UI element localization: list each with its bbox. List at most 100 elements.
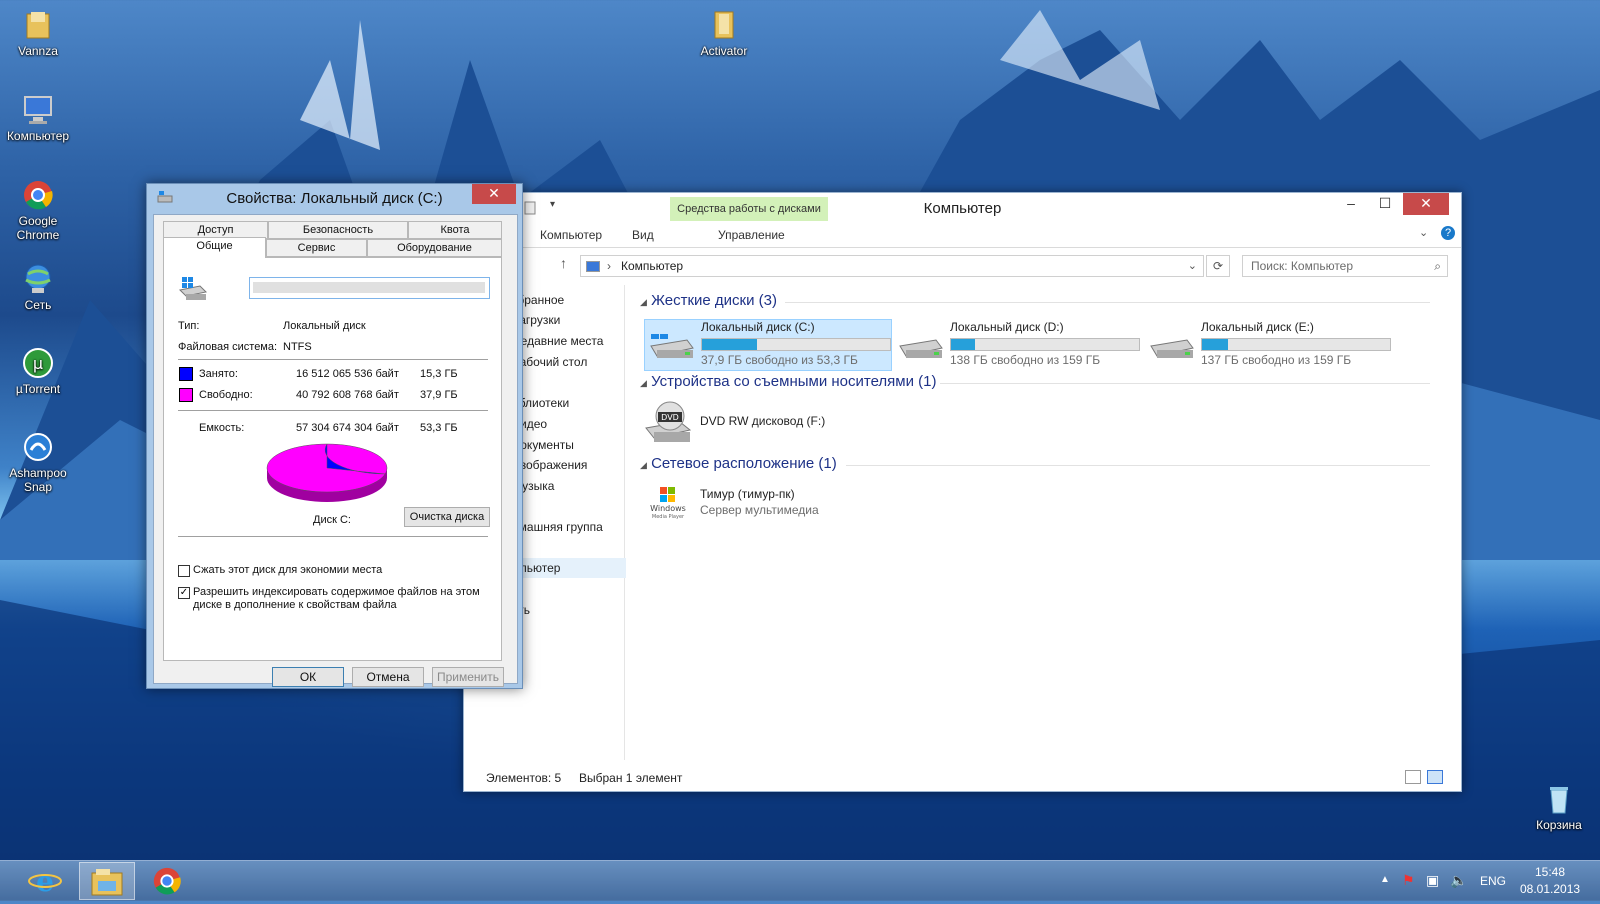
tab-hardware[interactable]: Оборудование bbox=[367, 239, 502, 257]
free-size: 37,9 ГБ bbox=[420, 389, 458, 401]
desktop-icon-ashampoo[interactable]: Ashampoo Snap bbox=[1, 430, 75, 494]
disk-label: Диск C: bbox=[313, 514, 351, 526]
nav-item-recent[interactable]: Недавние места bbox=[512, 334, 603, 348]
computer-icon bbox=[24, 96, 52, 124]
group-title: Сетевое расположение (1) bbox=[651, 455, 837, 472]
desktop-icon-utorrent[interactable]: µ µTorrent bbox=[1, 346, 75, 396]
group-collapse-icon[interactable]: ◢ bbox=[640, 297, 647, 307]
desktop-icon-activator[interactable]: Activator bbox=[687, 8, 761, 58]
address-dropdown-icon[interactable]: ⌄ bbox=[1188, 256, 1197, 276]
drive-usage-fill bbox=[702, 339, 757, 350]
refresh-button[interactable]: ⟳ bbox=[1206, 255, 1230, 277]
media-server[interactable]: Windows Media Player Тимур (тимур-пк) Сер… bbox=[644, 485, 890, 535]
desktop-icon-vannza[interactable]: Vannza bbox=[1, 8, 75, 58]
action-center-icon[interactable]: ⚑ bbox=[1402, 872, 1415, 889]
internet-explorer-icon: e bbox=[28, 865, 62, 898]
drive-name: Локальный диск (E:) bbox=[1201, 320, 1314, 334]
tab-general[interactable]: Общие bbox=[163, 237, 266, 258]
disk-cleanup-button[interactable]: Очистка диска bbox=[404, 507, 490, 527]
chrome-icon bbox=[153, 867, 181, 895]
ok-button[interactable]: ОК bbox=[272, 667, 344, 687]
taskbar-explorer-button[interactable] bbox=[79, 862, 135, 900]
group-hard-disks[interactable]: ◢ Жесткие диски (3) bbox=[640, 292, 1430, 309]
group-network[interactable]: ◢ Сетевое расположение (1) bbox=[640, 455, 1430, 472]
free-color-swatch bbox=[179, 388, 193, 402]
compress-checkbox[interactable] bbox=[178, 565, 190, 577]
clock-time[interactable]: 15:48 bbox=[1535, 865, 1565, 879]
ribbon-expand-icon[interactable]: ⌄ bbox=[1419, 226, 1428, 239]
volume-icon[interactable]: 🔈 bbox=[1450, 872, 1467, 889]
media-server-type: Сервер мультимедиа bbox=[700, 503, 819, 517]
apply-button[interactable]: Применить bbox=[432, 667, 504, 687]
language-indicator[interactable]: ENG bbox=[1480, 874, 1506, 888]
tab-computer[interactable]: Компьютер bbox=[540, 228, 602, 242]
drive-free-space: 137 ГБ свободно из 159 ГБ bbox=[1201, 353, 1352, 367]
maximize-button[interactable]: ☐ bbox=[1369, 193, 1401, 215]
tab-tools[interactable]: Сервис bbox=[266, 239, 367, 257]
svg-text:e: e bbox=[36, 865, 54, 897]
clock-date[interactable]: 08.01.2013 bbox=[1520, 882, 1580, 896]
svg-text:DVD: DVD bbox=[661, 413, 679, 422]
filesystem-label: Файловая система: bbox=[178, 341, 278, 353]
group-collapse-icon[interactable]: ◢ bbox=[640, 460, 647, 470]
drive-name-input-fill bbox=[253, 282, 485, 293]
desktop-icon-recycle-bin[interactable]: Корзина bbox=[1522, 782, 1596, 832]
dialog-body: Доступ Безопасность Квота Общие Сервис О… bbox=[153, 214, 518, 687]
index-checkbox[interactable]: ✓ bbox=[178, 587, 190, 599]
drive-name: Локальный диск (C:) bbox=[701, 320, 815, 334]
used-label: Занято: bbox=[199, 368, 238, 380]
drive-d[interactable]: Локальный диск (D:) 138 ГБ свободно из 1… bbox=[894, 320, 1140, 370]
nav-item-desktop[interactable]: Рабочий стол bbox=[512, 355, 587, 369]
details-view-icon[interactable] bbox=[1405, 770, 1421, 784]
up-arrow-icon[interactable]: ↑ bbox=[560, 255, 567, 271]
explorer-window[interactable]: ▾ Средства работы с дисками Компьютер – … bbox=[463, 192, 1462, 792]
close-button[interactable]: ✕ bbox=[472, 184, 516, 204]
media-server-name: Тимур (тимур-пк) bbox=[700, 487, 795, 501]
desktop-icon-computer[interactable]: Компьютер bbox=[1, 93, 75, 143]
search-input[interactable]: Поиск: Компьютер ⌕ bbox=[1242, 255, 1448, 277]
group-removable[interactable]: ◢ Устройства со съемными носителями (1) bbox=[640, 373, 1430, 390]
show-hidden-icons-icon[interactable]: ▲ bbox=[1380, 874, 1390, 885]
tab-view[interactable]: Вид bbox=[632, 228, 654, 242]
nav-item-pictures[interactable]: Изображения bbox=[512, 458, 587, 472]
explorer-titlebar[interactable]: ▾ Средства работы с дисками Компьютер – … bbox=[464, 193, 1461, 223]
minimize-button[interactable]: – bbox=[1335, 193, 1367, 215]
desktop-icon-network[interactable]: Сеть bbox=[1, 262, 75, 312]
drive-e[interactable]: Локальный диск (E:) 137 ГБ свободно из 1… bbox=[1145, 320, 1391, 370]
help-icon[interactable]: ? bbox=[1441, 226, 1455, 240]
system-drive-icon bbox=[650, 334, 694, 358]
filesystem-value: NTFS bbox=[283, 341, 312, 353]
free-label: Свободно: bbox=[199, 389, 253, 401]
dialog-title: Свойства: Локальный диск (C:) bbox=[226, 190, 443, 207]
group-collapse-icon[interactable]: ◢ bbox=[640, 378, 647, 388]
type-value: Локальный диск bbox=[283, 320, 366, 332]
group-title: Устройства со съемными носителями (1) bbox=[651, 373, 937, 390]
drive-free-space: 138 ГБ свободно из 159 ГБ bbox=[950, 353, 1101, 367]
tab-security[interactable]: Безопасность bbox=[268, 221, 408, 239]
hard-drive-icon bbox=[899, 339, 943, 358]
breadcrumb[interactable]: Компьютер bbox=[621, 256, 683, 276]
properties-dialog[interactable]: Свойства: Локальный диск (C:) ✕ Доступ Б… bbox=[146, 183, 523, 689]
cancel-button[interactable]: Отмена bbox=[352, 667, 424, 687]
hard-drive-icon bbox=[1150, 339, 1194, 358]
desktop-icon-label: Ashampoo Snap bbox=[9, 466, 67, 494]
recycle-bin-icon bbox=[1550, 787, 1568, 814]
desktop-icon-label: Google Chrome bbox=[16, 214, 60, 242]
close-button[interactable]: ✕ bbox=[1403, 193, 1449, 215]
tab-quota[interactable]: Квота bbox=[408, 221, 502, 239]
taskbar-ie-button[interactable]: e bbox=[18, 862, 74, 900]
taskbar-chrome-button[interactable] bbox=[140, 862, 196, 900]
dvd-drive[interactable]: DVD DVD RW дисковод (F:) bbox=[644, 401, 890, 456]
nav-item-homegroup[interactable]: омашняя группа bbox=[512, 520, 603, 534]
network-tray-icon[interactable]: ▣ bbox=[1426, 872, 1439, 889]
search-placeholder: Поиск: Компьютер bbox=[1251, 259, 1354, 273]
desktop-icon-chrome[interactable]: Google Chrome bbox=[1, 178, 75, 242]
drive-c[interactable]: Локальный диск (C:) 37,9 ГБ свободно из … bbox=[644, 319, 892, 371]
tab-manage[interactable]: Управление bbox=[718, 228, 785, 242]
address-bar[interactable]: › Компьютер ⌄ bbox=[580, 255, 1204, 277]
large-icons-view-icon[interactable] bbox=[1427, 770, 1443, 784]
network-icon bbox=[25, 264, 51, 293]
desktop-icon-label: Сеть bbox=[24, 298, 52, 312]
selection-count: Выбран 1 элемент bbox=[579, 771, 683, 785]
drive-usage-bar bbox=[701, 338, 891, 351]
